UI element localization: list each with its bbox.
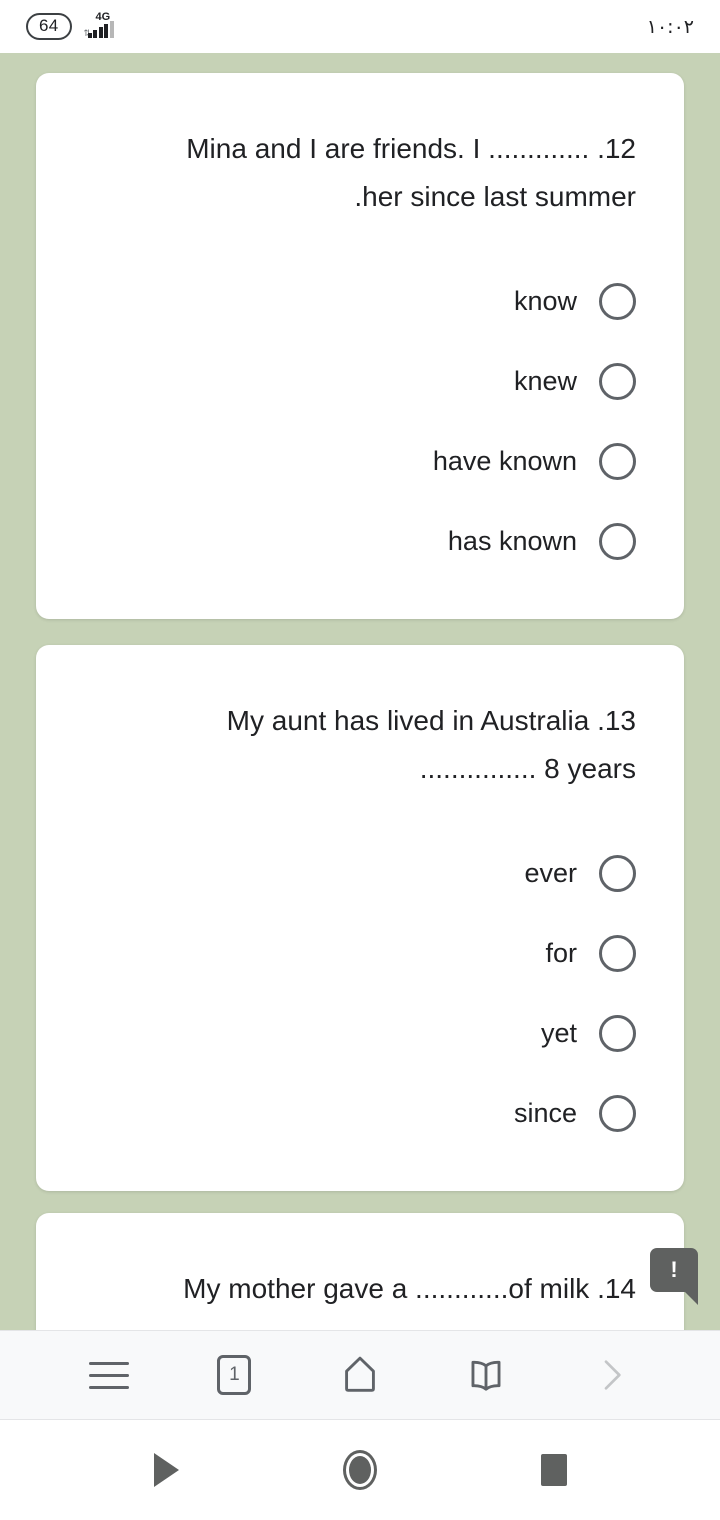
chevron-forward-icon	[604, 1360, 621, 1390]
option-row[interactable]: since	[84, 1073, 636, 1153]
option-row[interactable]: for	[84, 913, 636, 993]
question-text-line: Mina and I are friends. I ............. …	[186, 133, 636, 164]
battery-indicator: 64	[26, 13, 72, 40]
home-button[interactable]	[324, 1339, 396, 1411]
option-row[interactable]: have known	[84, 421, 636, 501]
radio-button[interactable]	[599, 282, 636, 320]
tab-switcher-button[interactable]: 1	[198, 1339, 270, 1411]
option-label: yet	[540, 1018, 577, 1048]
quiz-page-scroll-area[interactable]: Mina and I are friends. I ............. …	[0, 53, 720, 1330]
question-text-line: My mother gave a ............of milk .14	[183, 1273, 636, 1304]
menu-button[interactable]	[73, 1339, 145, 1411]
question-card: Mina and I are friends. I ............. …	[36, 73, 684, 619]
option-label: have known	[432, 446, 577, 476]
home-icon	[345, 1356, 375, 1392]
question-text: Mina and I are friends. I ............. …	[36, 73, 684, 221]
option-label: knew	[513, 366, 577, 396]
question-card: My mother gave a ............of milk .14	[36, 1213, 684, 1330]
option-row[interactable]: yet	[84, 993, 636, 1073]
option-label: has known	[447, 526, 577, 556]
option-label: for	[545, 938, 577, 968]
android-navigation-bar	[0, 1420, 720, 1520]
open-book-icon	[471, 1360, 501, 1391]
signal-icon: 4G ⇅	[84, 11, 126, 42]
android-home-button[interactable]	[332, 1442, 388, 1498]
android-recents-button[interactable]	[526, 1442, 582, 1498]
option-label: since	[513, 1098, 577, 1128]
back-triangle-icon	[153, 1453, 179, 1487]
forward-button[interactable]	[575, 1339, 647, 1411]
bookmarks-button[interactable]	[450, 1339, 522, 1411]
option-label: know	[513, 286, 577, 316]
status-bar-left: 64 4G ⇅	[26, 11, 126, 42]
radio-button[interactable]	[599, 442, 636, 480]
exclamation-icon[interactable]: !	[646, 1248, 698, 1305]
tab-count-icon: 1	[217, 1355, 252, 1395]
hamburger-menu-icon	[88, 1361, 129, 1389]
question-text-line: ............... 8 years	[419, 753, 636, 784]
browser-toolbar: 1	[0, 1330, 720, 1420]
radio-button[interactable]	[599, 1094, 636, 1132]
option-list: ever for yet since	[36, 793, 684, 1153]
option-label: ever	[524, 858, 577, 888]
radio-button[interactable]	[599, 522, 636, 560]
android-back-button[interactable]	[138, 1442, 194, 1498]
home-circle-icon	[343, 1450, 377, 1490]
option-list: know knew have known has known	[36, 221, 684, 581]
status-bar-clock: ١٠:٠٢	[646, 15, 694, 38]
radio-button[interactable]	[599, 854, 636, 892]
option-row[interactable]: has known	[84, 501, 636, 581]
question-text: My aunt has lived in Australia .13 .....…	[36, 645, 684, 793]
status-bar: 64 4G ⇅ ١٠:٠٢	[0, 0, 720, 53]
tooltip-bubble[interactable]: !	[650, 1248, 698, 1305]
radio-button[interactable]	[599, 934, 636, 972]
option-row[interactable]: ever	[84, 833, 636, 913]
signal-bars-icon	[87, 20, 114, 38]
radio-button[interactable]	[599, 362, 636, 400]
tab-count-label: 1	[229, 1364, 240, 1385]
question-text: My mother gave a ............of milk .14	[36, 1213, 684, 1313]
question-text-line: .her since last summer	[354, 181, 636, 212]
radio-button[interactable]	[599, 1014, 636, 1052]
option-row[interactable]: knew	[84, 341, 636, 421]
recents-square-icon	[541, 1454, 567, 1486]
option-row[interactable]: know	[84, 261, 636, 341]
tooltip-glyph: !	[670, 1257, 678, 1282]
question-card: My aunt has lived in Australia .13 .....…	[36, 645, 684, 1191]
question-text-line: My aunt has lived in Australia .13	[226, 705, 636, 736]
